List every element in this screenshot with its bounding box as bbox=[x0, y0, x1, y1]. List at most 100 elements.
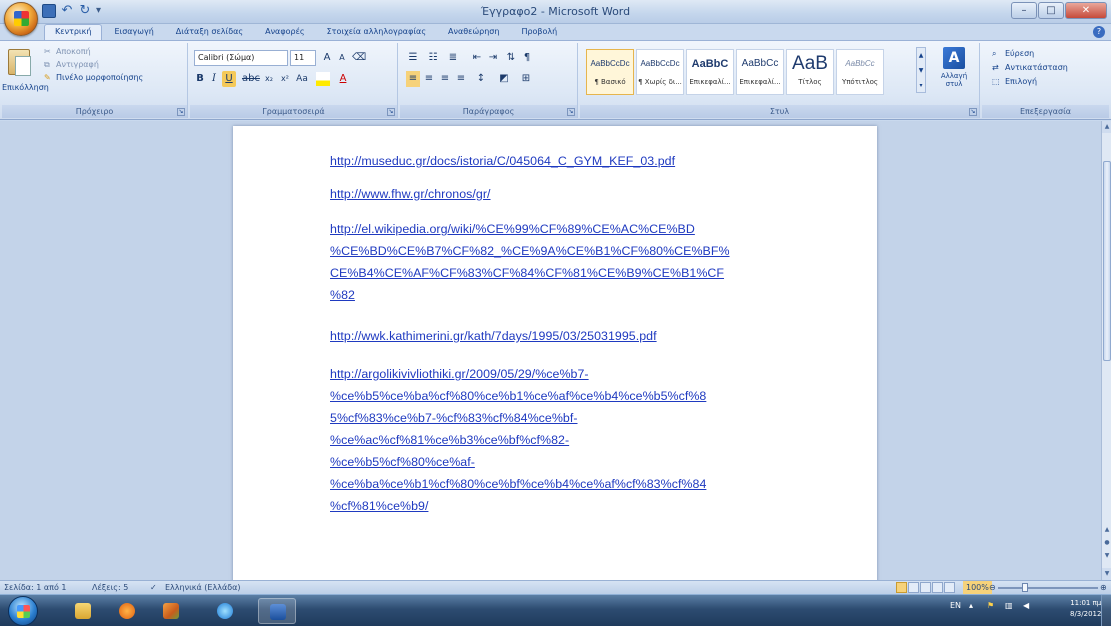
close-button[interactable]: ✕ bbox=[1065, 2, 1107, 19]
print-layout-view-icon[interactable] bbox=[896, 582, 907, 593]
subscript-button[interactable]: x₂ bbox=[262, 71, 276, 87]
hyperlink-5[interactable]: http://argolikivivliothiki.gr/2009/05/29… bbox=[330, 363, 706, 517]
zoom-in-icon[interactable]: ⊕ bbox=[1100, 581, 1107, 594]
taskbar-internet-explorer[interactable] bbox=[206, 598, 244, 624]
clipboard-launcher-icon[interactable]: ↘ bbox=[177, 108, 185, 116]
tab-references[interactable]: Αναφορές bbox=[255, 25, 314, 40]
style-no-spacing[interactable]: AaBbCcDc ¶ Χωρίς δι... bbox=[636, 49, 684, 95]
multilevel-list-icon[interactable]: ≣ bbox=[446, 50, 460, 66]
zoom-slider[interactable] bbox=[998, 587, 1098, 589]
superscript-button[interactable]: x² bbox=[278, 71, 292, 87]
proofing-icon[interactable]: ✓ bbox=[150, 581, 157, 594]
pilcrow-icon[interactable]: ¶ bbox=[520, 50, 534, 66]
copy-button[interactable]: ⧉ Αντιγραφή bbox=[44, 60, 99, 69]
next-page-icon[interactable]: ▼ bbox=[1102, 552, 1111, 559]
style-heading-1[interactable]: AaBbC Επικεφαλί... bbox=[686, 49, 734, 95]
style-title[interactable]: AaB Τίτλος bbox=[786, 49, 834, 95]
taskbar-explorer[interactable] bbox=[64, 598, 102, 624]
borders-icon[interactable]: ⊞ bbox=[518, 71, 534, 87]
taskbar-media-player[interactable] bbox=[108, 598, 146, 624]
strikethrough-button[interactable]: abc bbox=[242, 71, 260, 87]
network-icon[interactable]: ▥ bbox=[1005, 601, 1015, 611]
italic-button[interactable]: I bbox=[208, 71, 220, 87]
tab-review[interactable]: Αναθεώρηση bbox=[438, 25, 509, 40]
start-button[interactable] bbox=[8, 596, 38, 626]
volume-icon[interactable]: ◀ bbox=[1023, 601, 1033, 611]
maximize-button[interactable]: □ bbox=[1038, 2, 1064, 19]
clear-format-icon[interactable]: ⌫ bbox=[352, 50, 366, 66]
office-button[interactable] bbox=[4, 2, 38, 36]
decrease-indent-icon[interactable]: ⇤ bbox=[470, 50, 484, 66]
shading-icon[interactable]: ◩ bbox=[496, 71, 512, 87]
scroll-down-icon[interactable]: ▼ bbox=[1102, 568, 1111, 580]
sort-icon[interactable]: ⇅ bbox=[504, 50, 518, 66]
language-status[interactable]: Ελληνικά (Ελλάδα) bbox=[165, 581, 241, 594]
help-icon[interactable]: ? bbox=[1093, 26, 1105, 38]
find-button[interactable]: ⌕ Εύρεση bbox=[992, 49, 1034, 59]
gallery-down-icon[interactable]: ▼ bbox=[917, 63, 925, 78]
style-normal[interactable]: AaBbCcDc ¶ Βασικό bbox=[586, 49, 634, 95]
align-left-icon[interactable]: ≡ bbox=[406, 71, 420, 87]
gallery-up-icon[interactable]: ▲ bbox=[917, 48, 925, 63]
taskbar-paint[interactable] bbox=[152, 598, 190, 624]
align-right-icon[interactable]: ≡ bbox=[438, 71, 452, 87]
zoom-slider-handle[interactable] bbox=[1022, 583, 1028, 592]
highlight-icon[interactable] bbox=[316, 72, 330, 86]
clock[interactable]: 11:01 πμ 8/3/2012 bbox=[1070, 598, 1101, 620]
tab-mailings[interactable]: Στοιχεία αλληλογραφίας bbox=[317, 25, 436, 40]
outline-view-icon[interactable] bbox=[932, 582, 943, 593]
font-color-icon[interactable]: A bbox=[336, 71, 350, 87]
show-desktop-button[interactable] bbox=[1101, 595, 1111, 626]
style-subtitle[interactable]: AaBbCc Υπότιτλος bbox=[836, 49, 884, 95]
vertical-scrollbar[interactable]: ▲ ▲ ● ▼ ▼ bbox=[1101, 121, 1111, 580]
document-page[interactable]: http://museduc.gr/docs/istoria/C/045064_… bbox=[233, 126, 877, 580]
format-painter-button[interactable]: ✎ Πινέλο μορφοποίησης bbox=[44, 73, 143, 82]
numbering-icon[interactable]: ☷ bbox=[426, 50, 440, 66]
paste-button[interactable]: Επικόλληση bbox=[2, 83, 49, 92]
browse-object-icon[interactable]: ● bbox=[1102, 539, 1111, 546]
tab-insert[interactable]: Εισαγωγή bbox=[104, 25, 163, 40]
page-count[interactable]: Σελίδα: 1 από 1 bbox=[4, 581, 66, 594]
scroll-thumb[interactable] bbox=[1103, 161, 1111, 361]
tab-home[interactable]: Κεντρική bbox=[44, 24, 103, 40]
grow-font-icon[interactable]: A bbox=[320, 50, 334, 66]
tab-page-layout[interactable]: Διάταξη σελίδας bbox=[166, 25, 253, 40]
scroll-up-icon[interactable]: ▲ bbox=[1102, 121, 1111, 133]
paste-icon[interactable] bbox=[8, 49, 31, 76]
web-layout-view-icon[interactable] bbox=[920, 582, 931, 593]
previous-page-icon[interactable]: ▲ bbox=[1102, 526, 1111, 533]
replace-button[interactable]: ⇄ Αντικατάσταση bbox=[992, 63, 1068, 72]
align-center-icon[interactable]: ≡ bbox=[422, 71, 436, 87]
word-count[interactable]: Λέξεις: 5 bbox=[92, 581, 128, 594]
font-launcher-icon[interactable]: ↘ bbox=[387, 108, 395, 116]
draft-view-icon[interactable] bbox=[944, 582, 955, 593]
select-button[interactable]: ⬚ Επιλογή bbox=[992, 77, 1037, 86]
justify-icon[interactable]: ≡ bbox=[454, 71, 468, 87]
shrink-font-icon[interactable]: A bbox=[335, 50, 349, 66]
font-size-field[interactable]: 11 bbox=[290, 50, 316, 66]
paragraph-launcher-icon[interactable]: ↘ bbox=[567, 108, 575, 116]
font-name-field[interactable]: Calibri (Σώμα) bbox=[194, 50, 288, 66]
hyperlink-1[interactable]: http://museduc.gr/docs/istoria/C/045064_… bbox=[330, 150, 675, 172]
show-hidden-icons-icon[interactable]: ▴ bbox=[969, 601, 979, 611]
full-screen-view-icon[interactable] bbox=[908, 582, 919, 593]
tab-view[interactable]: Προβολή bbox=[511, 25, 567, 40]
underline-button[interactable]: U bbox=[222, 71, 236, 87]
hyperlink-3[interactable]: http://el.wikipedia.org/wiki/%CE%99%CF%8… bbox=[330, 218, 730, 306]
action-center-flag-icon[interactable]: ⚑ bbox=[987, 601, 997, 611]
styles-launcher-icon[interactable]: ↘ bbox=[969, 108, 977, 116]
bullets-icon[interactable]: ☰ bbox=[406, 50, 420, 66]
language-indicator[interactable]: EN bbox=[950, 601, 961, 611]
zoom-level[interactable]: 100% bbox=[963, 581, 992, 594]
taskbar-word[interactable] bbox=[258, 598, 296, 624]
bold-button[interactable]: B bbox=[194, 71, 206, 87]
line-spacing-icon[interactable]: ↕ bbox=[474, 71, 488, 87]
gallery-more-icon[interactable]: ▾ bbox=[917, 78, 925, 93]
increase-indent-icon[interactable]: ⇥ bbox=[486, 50, 500, 66]
minimize-button[interactable]: – bbox=[1011, 2, 1037, 19]
change-case-button[interactable]: Aa bbox=[294, 71, 310, 87]
style-heading-2[interactable]: AaBbCc Επικεφαλί... bbox=[736, 49, 784, 95]
cut-button[interactable]: ✂ Αποκοπή bbox=[44, 47, 91, 56]
change-styles-button[interactable]: A Αλλαγή στυλ bbox=[934, 47, 974, 88]
hyperlink-4[interactable]: http://wwk.kathimerini.gr/kath/7days/199… bbox=[330, 325, 657, 347]
